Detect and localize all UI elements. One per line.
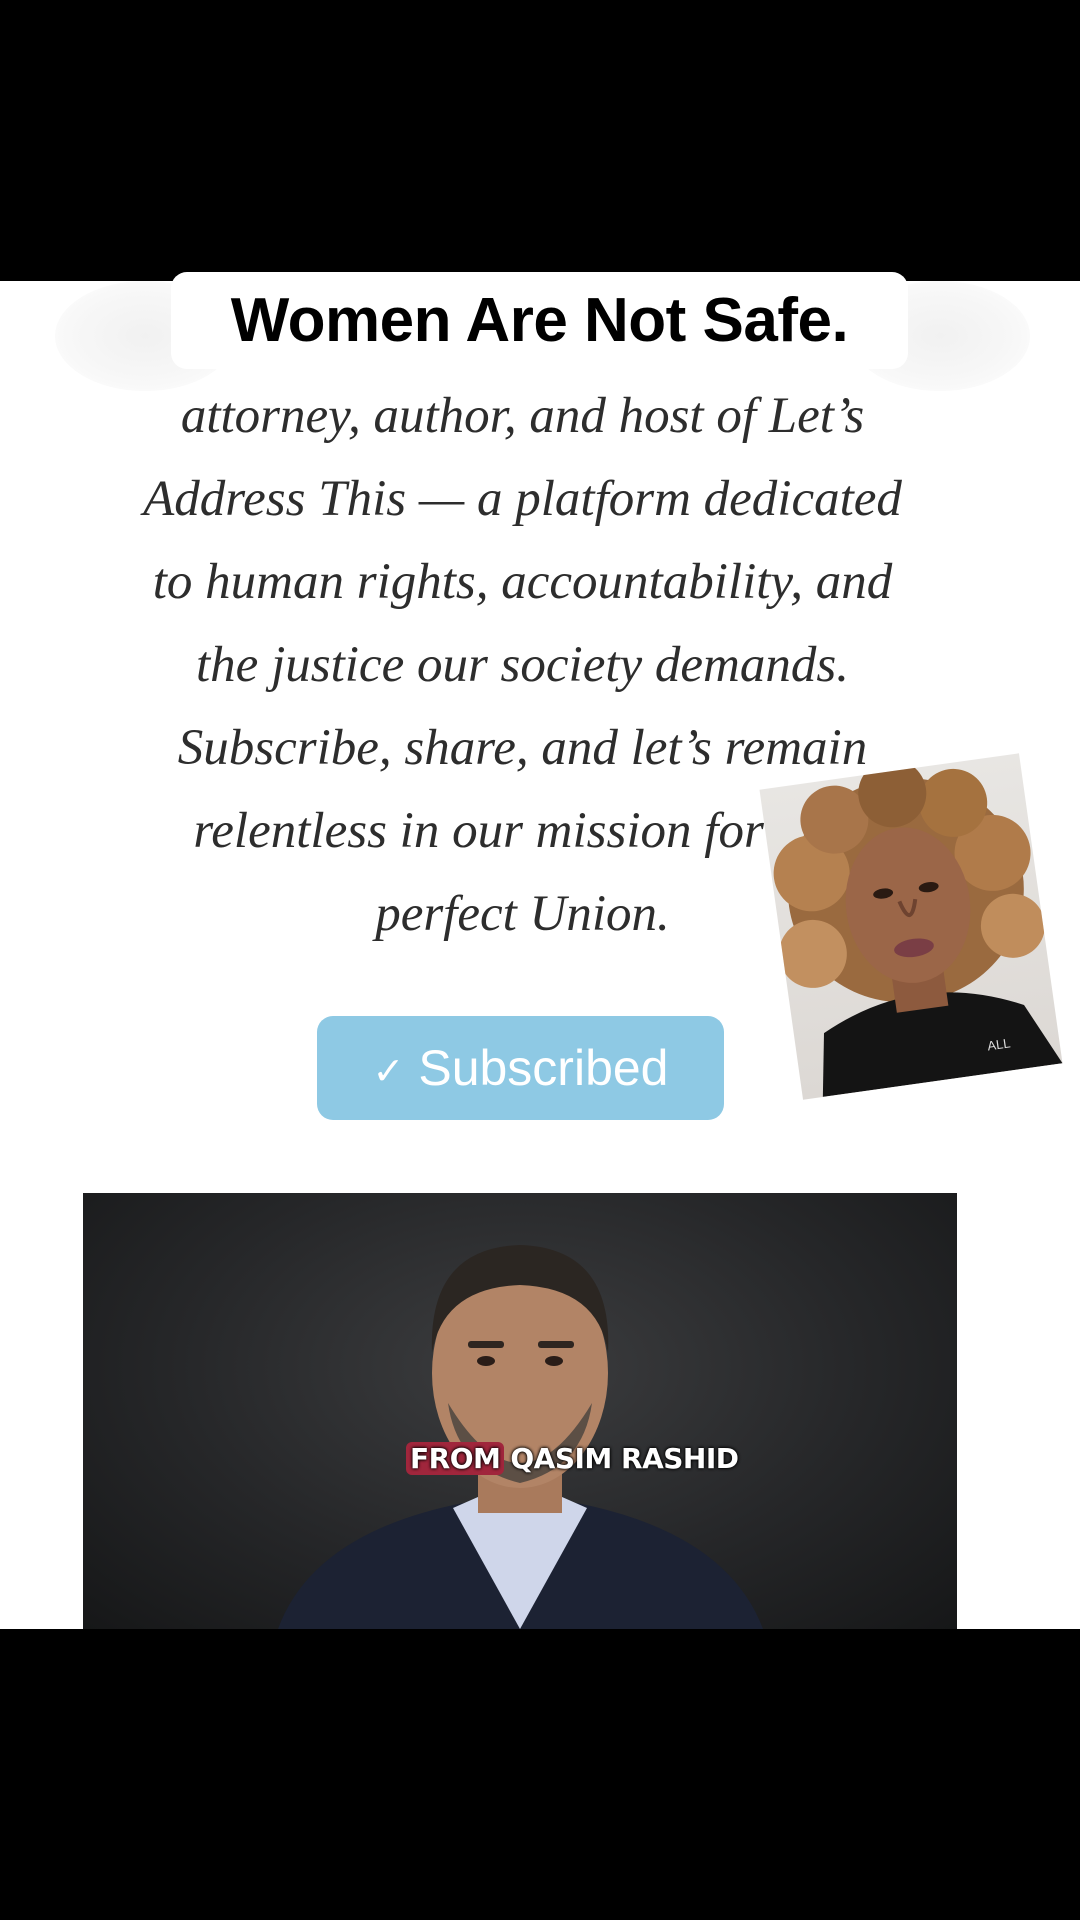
video-caption-banner: Women Are Not Safe. xyxy=(171,272,908,369)
article-line: Address This — a platform dedicated xyxy=(143,471,902,527)
author-photo xyxy=(83,1193,957,1629)
letterbox-top xyxy=(0,0,1080,281)
author-portrait-graphic xyxy=(278,1245,763,1629)
checkmark-icon: ✓ xyxy=(372,1050,405,1093)
letterbox-bottom xyxy=(0,1629,1080,1920)
article-line: to human rights, accountability, and xyxy=(152,554,893,610)
article-line: Subscribe, share, and let’s remain xyxy=(177,720,868,776)
photo-caption: FROM QASIM RASHID xyxy=(406,1437,739,1479)
photo-caption-highlight: FROM xyxy=(406,1441,505,1475)
creator-video-overlay: ALL xyxy=(759,753,1063,1100)
article-line: attorney, author, and host of Let’s xyxy=(180,388,865,444)
article-line: the justice our society demands. xyxy=(196,637,849,693)
shirt-print-text: ALL xyxy=(986,1035,1011,1053)
subscribed-button-label: Subscribed xyxy=(418,1040,669,1096)
video-caption-text: Women Are Not Safe. xyxy=(230,286,849,355)
creator-portrait-graphic: ALL xyxy=(773,759,1063,1097)
subscribed-button[interactable]: ✓ Subscribed xyxy=(317,1016,724,1120)
photo-caption-name: QASIM RASHID xyxy=(510,1441,739,1475)
